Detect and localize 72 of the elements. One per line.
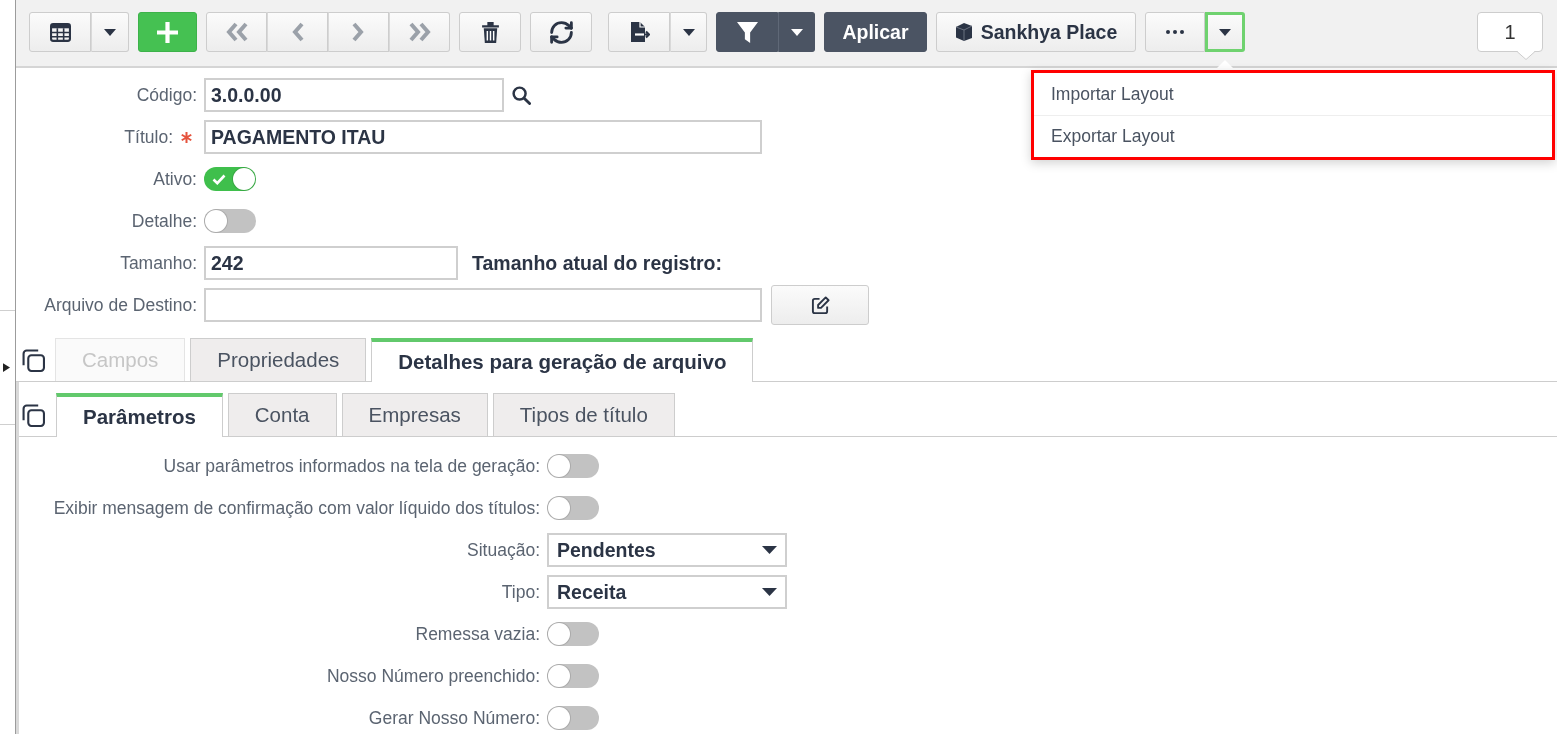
number-field[interactable]: 242 [204, 246, 458, 280]
dropdown-button[interactable] [778, 12, 815, 52]
table-icon [49, 22, 71, 42]
double-chevron-right-icon [407, 22, 432, 42]
filter-icon [736, 21, 758, 43]
refresh-icon [549, 20, 573, 44]
delete-button[interactable] [459, 12, 521, 52]
add-button[interactable] [138, 12, 197, 52]
field-label: Ativo: [153, 168, 197, 190]
double-chevron-left-icon [224, 22, 249, 42]
text-field[interactable]: PAGAMENTO ITAU [204, 120, 762, 154]
code-field[interactable]: 3.0.0.00 [204, 78, 504, 112]
select-field[interactable]: Pendentes [547, 533, 787, 567]
caret-icon [762, 588, 777, 596]
field-label: Exibir mensagem de confirmação com valor líquido dos títulos: [53, 497, 540, 519]
refresh-button[interactable] [530, 12, 592, 52]
tab[interactable]: Parâmetros [56, 393, 223, 437]
tab[interactable]: Detalhes para geração de arquivo [371, 338, 754, 382]
toggle-switch[interactable] [204, 167, 256, 191]
field-label: Detalhe: [131, 210, 197, 232]
copy-icon[interactable] [22, 349, 45, 372]
tab[interactable]: Conta [227, 393, 337, 436]
plus-icon [157, 21, 178, 43]
caret-icon [104, 28, 116, 36]
menu-item[interactable]: Importar Layout [1034, 73, 1552, 115]
field-label: Tipo: [501, 581, 540, 603]
toggle-switch[interactable] [547, 664, 599, 688]
field-label: Remessa vazia: [415, 623, 540, 645]
ellipsis-icon [1166, 30, 1184, 34]
callout-pointer-icon [1517, 51, 1535, 60]
caret-icon [1219, 28, 1231, 36]
grid-view-button[interactable] [29, 12, 91, 52]
toggle-switch[interactable] [547, 454, 599, 478]
tab[interactable]: Empresas [341, 393, 488, 436]
edit-button[interactable] [771, 285, 869, 325]
record-counter: 1 [1477, 12, 1543, 52]
field-label: Situação: [467, 539, 540, 561]
file-arrow-icon [628, 21, 650, 43]
toggle-switch[interactable] [547, 706, 599, 730]
field-label: Arquivo de Destino: [44, 294, 197, 316]
select-field[interactable]: Receita [547, 575, 787, 609]
caret-icon [790, 28, 803, 36]
chevron-left-icon [291, 22, 304, 42]
file-path-field[interactable] [204, 288, 762, 322]
toggle-switch[interactable] [547, 496, 599, 520]
field-label: Nosso Número preenchido: [326, 665, 540, 687]
field-label: Código: [136, 84, 197, 106]
export-button[interactable] [608, 12, 670, 52]
expand-arrow-icon[interactable] [3, 363, 10, 372]
edit-icon [810, 295, 830, 315]
search-icon[interactable] [512, 85, 531, 105]
place-button[interactable]: Sankhya Place [936, 12, 1136, 52]
field-label: Tamanho: [120, 252, 197, 274]
filter-button[interactable] [716, 12, 778, 52]
caret-icon [682, 28, 695, 36]
caret-icon [762, 546, 777, 554]
field-label: Usar parâmetros informados na tela de geração: [163, 455, 540, 477]
box-icon [954, 22, 973, 42]
field-label: Título: [124, 126, 173, 148]
trash-icon [481, 21, 499, 43]
record-size-label: Tamanho atual do registro: [472, 251, 722, 275]
dropdown-button[interactable] [1205, 12, 1245, 52]
toggle-switch[interactable] [547, 622, 599, 646]
apply-button[interactable]: Aplicar [824, 12, 927, 52]
tab[interactable]: Propriedades [190, 338, 367, 381]
chevron-right-icon [352, 22, 365, 42]
toggle-switch[interactable] [204, 209, 256, 233]
copy-icon[interactable] [22, 404, 45, 427]
field-label: Gerar Nosso Número: [368, 707, 540, 729]
check-icon [212, 173, 226, 185]
tab[interactable]: Tipos de título [492, 393, 675, 436]
menu-item[interactable]: Exportar Layout [1034, 115, 1552, 157]
